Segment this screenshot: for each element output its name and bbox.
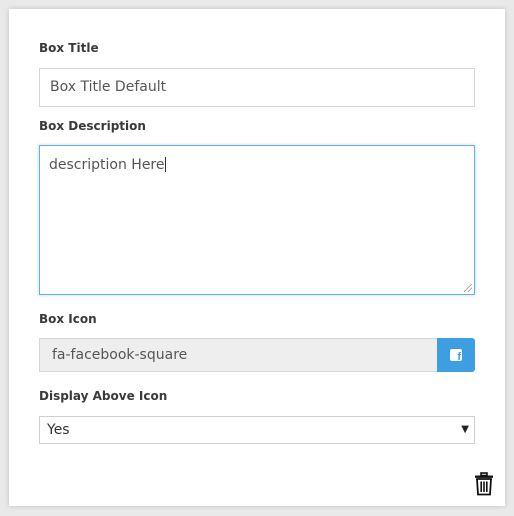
settings-card: Box Title Box Title Default Box Descript… [9, 9, 505, 506]
display-above-icon-label: Display Above Icon [39, 389, 168, 403]
box-title-label: Box Title [39, 41, 99, 55]
trash-icon[interactable] [474, 472, 494, 496]
text-caret [164, 157, 166, 172]
box-description-textarea[interactable]: description Here [39, 145, 475, 295]
icon-picker-button[interactable]: f [437, 338, 475, 372]
box-icon-input[interactable]: fa-facebook-square [39, 338, 437, 372]
box-description-text: description Here [49, 157, 165, 173]
box-title-input[interactable]: Box Title Default [39, 68, 475, 107]
resize-grip-icon[interactable] [464, 284, 472, 292]
box-description-label: Box Description [39, 119, 146, 133]
box-icon-label: Box Icon [39, 312, 97, 326]
dropdown-arrow-icon: ▼ [461, 424, 469, 435]
display-above-icon-value: Yes [47, 422, 70, 438]
facebook-square-icon: f [450, 349, 462, 361]
display-above-icon-select[interactable]: Yes ▼ [39, 416, 475, 444]
